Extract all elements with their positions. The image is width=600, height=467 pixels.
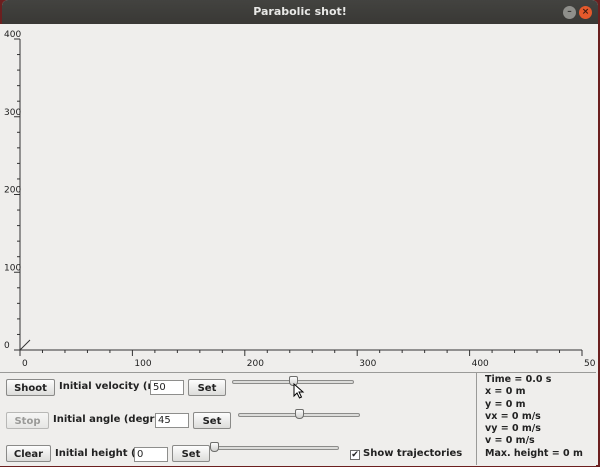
info-panel: Time = 0.0 s x = 0 m y = 0 m vx = 0 m/s …: [485, 374, 595, 460]
close-icon[interactable]: ×: [579, 6, 592, 19]
show-trajectories-checkbox[interactable]: ✔: [350, 450, 360, 460]
window-title: Parabolic shot!: [253, 5, 347, 18]
title-bar: Parabolic shot! – ×: [2, 0, 598, 24]
shoot-button[interactable]: Shoot: [6, 379, 55, 396]
x-tick-label: 200: [247, 359, 264, 369]
vy-readout: vy = 0 m/s: [485, 423, 541, 435]
show-trajectories-label: Show trajectories: [363, 448, 463, 459]
x-tick-label: 400: [472, 359, 489, 369]
x-tick-label: 100: [134, 359, 151, 369]
vx-readout: vx = 0 m/s: [485, 410, 541, 422]
angle-field[interactable]: [155, 413, 189, 428]
velocity-field[interactable]: [150, 380, 184, 395]
launch-direction-marker: [19, 339, 31, 351]
clear-button[interactable]: Clear: [6, 445, 51, 462]
height-slider[interactable]: [210, 441, 339, 457]
trajectory-plot: 0 100 200 300 400 500 0 100 200 300 400: [0, 24, 596, 372]
v-readout: v = 0 m/s: [485, 435, 535, 447]
mouse-cursor-icon: [293, 383, 305, 399]
y-tick-label: 200: [4, 186, 21, 196]
y-tick-label: 300: [4, 108, 21, 118]
x-tick-label: 500: [584, 359, 596, 369]
x-tick-label: 300: [359, 359, 376, 369]
velocity-set-button[interactable]: Set: [188, 379, 226, 396]
y-tick-label: 400: [4, 30, 21, 40]
x-tick-label: 0: [22, 359, 28, 369]
height-set-button[interactable]: Set: [172, 445, 210, 462]
angle-slider-thumb[interactable]: [295, 409, 304, 419]
x-readout: x = 0 m: [485, 386, 526, 398]
height-field[interactable]: [134, 447, 168, 462]
y-readout: y = 0 m: [485, 398, 526, 410]
stop-button[interactable]: Stop: [6, 412, 49, 429]
panel-divider: [476, 372, 477, 465]
minimize-icon[interactable]: –: [563, 6, 576, 19]
time-readout: Time = 0.0 s: [485, 374, 552, 385]
plot-canvas: 0 100 200 300 400 500 0 100 200 300 400: [4, 30, 596, 369]
angle-set-button[interactable]: Set: [193, 412, 231, 429]
height-slider-track: [214, 446, 339, 450]
y-tick-label: 100: [4, 263, 21, 273]
height-slider-thumb[interactable]: [210, 442, 219, 452]
angle-slider[interactable]: [238, 408, 360, 424]
y-tick-label: 0: [4, 341, 10, 351]
max-height-readout: Max. height = 0 m: [485, 447, 583, 459]
